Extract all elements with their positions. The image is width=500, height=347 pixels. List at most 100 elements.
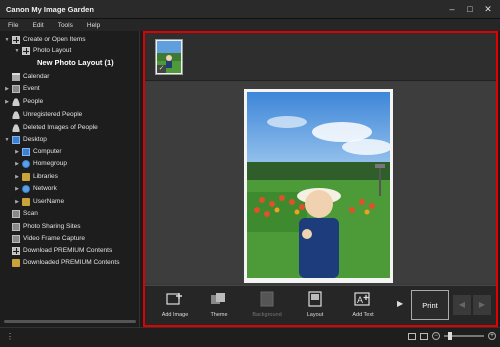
- menu-help[interactable]: Help: [87, 22, 100, 29]
- sidebar-item-new-photo-layout[interactable]: New Photo Layout (1): [37, 56, 114, 69]
- layout-page[interactable]: [244, 89, 393, 283]
- sidebar-item-label: Unregistered People: [23, 111, 83, 118]
- sidebar-item-desktop[interactable]: ▼ Desktop: [4, 134, 47, 145]
- maximize-button[interactable]: □: [464, 3, 476, 15]
- sidebar-item-download-premium[interactable]: Download PREMIUM Contents: [12, 245, 112, 256]
- menu-bar: File Edit Tools Help: [0, 19, 500, 31]
- sidebar-item-scan[interactable]: Scan: [12, 208, 38, 219]
- sidebar-item-create-items[interactable]: ▼ Create or Open Items: [4, 34, 86, 45]
- menu-file[interactable]: File: [8, 22, 18, 29]
- sidebar-item-homegroup[interactable]: ▶ Homegroup: [14, 158, 67, 169]
- unregistered-people-icon: [12, 110, 20, 119]
- event-icon: [12, 84, 20, 93]
- create-items-icon: [12, 35, 20, 44]
- sidebar-item-label: Create or Open Items: [23, 36, 86, 43]
- expand-arrow-icon[interactable]: ▶: [14, 161, 20, 167]
- sidebar-item-label: Photo Layout: [33, 47, 72, 54]
- svg-text:A: A: [357, 295, 363, 305]
- sidebar-item-network[interactable]: ▶ Network: [14, 183, 57, 194]
- zoom-slider-handle[interactable]: [448, 332, 452, 340]
- fit-view-icon[interactable]: [420, 332, 428, 340]
- calendar-icon: [12, 72, 20, 81]
- photo-layout-icon: [22, 46, 30, 55]
- photo-sharing-icon: [12, 222, 20, 231]
- sidebar-item-label: Scan: [23, 210, 38, 217]
- sidebar-item-label: People: [23, 98, 44, 105]
- sidebar-item-event[interactable]: ▶ Event: [4, 83, 40, 94]
- page-thumbnail[interactable]: ✓: [155, 39, 183, 75]
- layout-photo[interactable]: [247, 92, 390, 278]
- downloaded-premium-icon: [12, 258, 20, 267]
- sidebar-item-label: Libraries: [33, 173, 58, 180]
- add-image-button[interactable]: Add Image: [153, 291, 197, 318]
- sidebar-item-label: Network: [33, 185, 57, 192]
- user-folder-icon: [22, 197, 30, 206]
- sidebar-item-downloaded-premium[interactable]: Downloaded PREMIUM Contents: [12, 257, 119, 268]
- sidebar-item-video-frame[interactable]: Video Frame Capture: [12, 233, 85, 244]
- menu-edit[interactable]: Edit: [32, 22, 43, 29]
- add-text-icon: A: [354, 292, 370, 306]
- add-image-label: Add Image: [161, 312, 189, 318]
- theme-button[interactable]: Theme: [197, 291, 241, 318]
- sidebar-item-label: UserName: [33, 198, 65, 205]
- sidebar-item-photo-sharing[interactable]: Photo Sharing Sites: [12, 221, 80, 232]
- layout-icon: [308, 291, 322, 307]
- expand-arrow-icon[interactable]: ▼: [4, 37, 10, 43]
- sidebar-item-computer[interactable]: ▶ Computer: [14, 146, 62, 157]
- expand-arrow-icon[interactable]: ▶: [14, 174, 20, 180]
- next-page-button[interactable]: ▶: [473, 295, 491, 315]
- layout-canvas: [145, 82, 496, 283]
- background-button[interactable]: Background: [245, 291, 289, 318]
- sidebar-item-libraries[interactable]: ▶ Libraries: [14, 171, 58, 182]
- add-text-button[interactable]: A Add Text: [341, 291, 385, 318]
- minimize-button[interactable]: –: [446, 3, 458, 15]
- sidebar-item-unregistered-people[interactable]: Unregistered People: [12, 109, 82, 120]
- display-mode-icon[interactable]: [408, 332, 416, 340]
- sidebar-item-calendar[interactable]: Calendar: [12, 71, 49, 82]
- sidebar-item-label: Download PREMIUM Contents: [23, 247, 113, 254]
- expand-arrow-icon[interactable]: ▶: [14, 186, 20, 192]
- layout-button[interactable]: Layout: [293, 291, 337, 318]
- libraries-icon: [22, 172, 30, 181]
- expand-arrow-icon[interactable]: ▼: [14, 48, 20, 54]
- menu-tools[interactable]: Tools: [58, 22, 73, 29]
- expand-arrow-icon[interactable]: ▶: [14, 149, 20, 155]
- sidebar-item-people[interactable]: ▶ People: [4, 96, 43, 107]
- sidebar: ▼ Create or Open Items ▼ Photo Layout Ne…: [0, 31, 140, 327]
- expand-arrow-icon[interactable]: ▶: [14, 199, 20, 205]
- sidebar-item-label: Homegroup: [33, 160, 67, 167]
- sidebar-item-label: Downloaded PREMIUM Contents: [23, 259, 120, 266]
- computer-icon: [22, 147, 30, 156]
- deleted-people-icon: [12, 123, 20, 132]
- network-icon: [22, 184, 30, 193]
- print-button[interactable]: Print: [411, 290, 449, 320]
- zoom-in-icon[interactable]: +: [488, 332, 496, 340]
- video-frame-icon: [12, 234, 20, 243]
- sidebar-item-photo-layout[interactable]: ▼ Photo Layout: [14, 45, 71, 56]
- page-nav: ◀ ▶: [453, 295, 491, 315]
- previous-page-button[interactable]: ◀: [453, 295, 471, 315]
- close-button[interactable]: ✕: [482, 3, 494, 15]
- theme-icon: [211, 293, 225, 304]
- toolbar-more-arrow-icon[interactable]: ▶: [397, 299, 403, 308]
- background-label: Background: [252, 312, 282, 318]
- edit-toolbar: Add Image Theme Background Layout A Add …: [145, 285, 496, 325]
- theme-label: Theme: [210, 312, 228, 318]
- title-bar: Canon My Image Garden – □ ✕: [0, 0, 500, 19]
- status-bar: ⋮ − +: [0, 327, 500, 347]
- zoom-slider[interactable]: [444, 332, 484, 340]
- options-menu-icon[interactable]: ⋮: [6, 332, 14, 341]
- expand-arrow-icon[interactable]: ▼: [4, 137, 10, 143]
- window-title: Canon My Image Garden: [6, 4, 94, 14]
- sidebar-item-username[interactable]: ▶ UserName: [14, 196, 64, 207]
- expand-arrow-icon[interactable]: ▶: [4, 99, 10, 105]
- sidebar-scrollbar[interactable]: [4, 320, 136, 323]
- sidebar-item-label: Photo Sharing Sites: [23, 223, 81, 230]
- download-premium-icon: [12, 246, 20, 255]
- edit-area: ✓ Add Image Theme Background Layout A Ad…: [143, 31, 498, 327]
- checkmark-icon: ✓: [157, 65, 166, 73]
- desktop-icon: [12, 135, 20, 144]
- zoom-out-icon[interactable]: −: [432, 332, 440, 340]
- expand-arrow-icon[interactable]: ▶: [4, 86, 10, 92]
- sidebar-item-deleted-people[interactable]: Deleted Images of People: [12, 122, 98, 133]
